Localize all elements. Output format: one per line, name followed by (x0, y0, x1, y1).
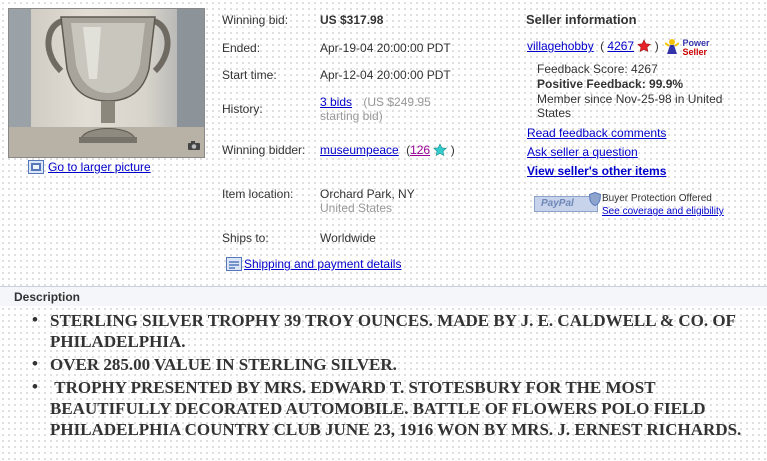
description-item: • OVER 285.00 VALUE IN STERLING SILVER. (32, 354, 397, 374)
paypal-badge-text: PayPal (541, 198, 574, 209)
starting-bid-note: (US $249.95 (363, 95, 431, 109)
bullet: • (32, 377, 38, 396)
bid-history-link[interactable]: 3 bids (320, 95, 352, 109)
buyer-protection-title: Buyer Protection Offered (602, 193, 712, 204)
description-heading: Description (14, 290, 81, 304)
shield-icon (588, 191, 602, 209)
item-location-country: United States (320, 201, 393, 215)
shipping-icon (226, 257, 242, 274)
bullet: • (32, 310, 38, 329)
enlarge-icon (28, 160, 44, 177)
description-item: • STERLING SILVER TROPHY 39 TROY OUNCES. … (32, 310, 736, 351)
seller-name-link[interactable]: villagehobby (527, 39, 594, 53)
larger-picture-label[interactable]: Go to larger picture (48, 160, 151, 174)
winning-bidder-link[interactable]: museumpeace (320, 143, 399, 157)
power-seller-icon (664, 38, 680, 57)
positive-feedback: Positive Feedback: 99.9% (537, 77, 684, 91)
seller-name-line: villagehobby ( 4267 ) Power Seller (527, 38, 710, 57)
start-time-value: Apr-12-04 20:00:00 PDT (320, 68, 451, 82)
ships-to-value: Worldwide (320, 231, 376, 245)
ended-label: Ended: (222, 41, 261, 55)
item-location-city: Orchard Park, NY (320, 187, 415, 201)
winning-bidder-label: Winning bidder: (222, 143, 306, 157)
camera-icon (187, 140, 201, 154)
starting-bid-note-cont: starting bid) (320, 109, 383, 123)
ended-value: Apr-19-04 20:00:00 PDT (320, 41, 451, 55)
ships-to-label: Ships to: (222, 231, 269, 245)
coverage-eligibility-link[interactable]: See coverage and eligibility (602, 206, 724, 217)
seller-info-box: Seller information villagehobby ( 4267 )… (515, 6, 759, 186)
winning-bid-value: US $317.98 (320, 13, 384, 27)
power-seller-badge[interactable]: Power Seller (682, 39, 709, 57)
seller-feedback-score[interactable]: 4267 (607, 39, 634, 53)
feedback-score: Feedback Score: 4267 (537, 62, 658, 76)
description-bar (0, 286, 767, 306)
ask-seller-link[interactable]: Ask seller a question (527, 145, 638, 159)
description-item: • TROPHY PRESENTED BY MRS. EDWARD T. STO… (32, 377, 742, 439)
trophy-image (9, 9, 204, 157)
turquoise-star-icon (433, 143, 448, 160)
member-since: Member since Nov-25-98 in United States (537, 92, 723, 120)
red-star-icon (637, 39, 652, 56)
description-list: • STERLING SILVER TROPHY 39 TROY OUNCES. … (26, 310, 761, 442)
item-location-label: Item location: (222, 187, 294, 201)
history-label: History: (222, 102, 263, 116)
bullet: • (32, 354, 38, 373)
seller-info-heading: Seller information (526, 12, 637, 27)
seller-other-items-link[interactable]: View seller's other items (527, 164, 666, 178)
item-photo[interactable] (8, 8, 205, 158)
buyer-protection-area: PayPal Buyer Protection Offered See cove… (516, 190, 759, 224)
bidder-feedback-score[interactable]: 126 (410, 143, 430, 157)
winning-bid-label: Winning bid: (222, 13, 289, 27)
start-time-label: Start time: (222, 68, 277, 82)
larger-picture-link[interactable]: Go to larger picture (28, 160, 151, 174)
shipping-payment-link[interactable]: Shipping and payment details (244, 257, 401, 271)
read-feedback-link[interactable]: Read feedback comments (527, 126, 666, 140)
item-photo-area: Go to larger picture (8, 8, 208, 174)
